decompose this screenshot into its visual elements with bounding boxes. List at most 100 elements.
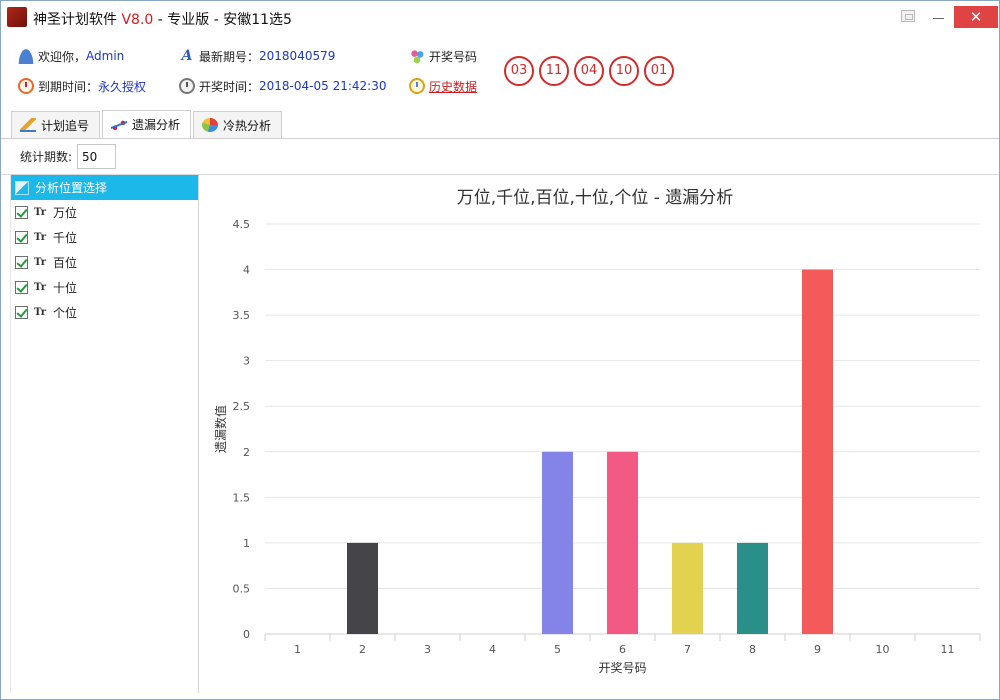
- checkbox-checked[interactable]: [15, 281, 28, 294]
- draw-number-ball: 10: [609, 56, 639, 86]
- position-panel-header: 分析位置选择: [11, 175, 198, 200]
- close-button[interactable]: ✕: [954, 6, 998, 28]
- draw-time-label: 开奖时间：: [199, 79, 260, 94]
- position-label: 千位: [52, 231, 77, 245]
- expiry-label: 到期时间：: [38, 79, 99, 94]
- position-item-shi[interactable]: Tr 十位: [11, 275, 198, 300]
- clock-icon: [179, 78, 195, 94]
- user-icon: [18, 48, 34, 64]
- tab-bar: 计划追号 遗漏分析 冷热分析: [11, 110, 284, 138]
- x-axis-label: 开奖号码: [598, 661, 646, 675]
- app-window: 神圣计划软件 V8.0 - 专业版 - 安徽11选5 ✕ 欢迎你， Admin …: [0, 0, 1000, 700]
- y-tick-label: 0: [243, 628, 250, 641]
- lottery-balls-icon: [409, 48, 425, 64]
- y-tick-label: 2.5: [233, 400, 251, 413]
- cursor-select-icon: [15, 180, 29, 195]
- y-tick-label: 2: [243, 446, 250, 459]
- omission-chart: 万位,千位,百位,十位,个位 - 遗漏分析 0 0.5 1 1.5 2 2.5 3 3.5 4 4…: [200, 175, 998, 693]
- position-label: 百位: [52, 256, 77, 270]
- position-item-ge[interactable]: Tr 个位: [11, 300, 198, 325]
- bar: [672, 542, 703, 634]
- letter-a-icon: A: [181, 48, 193, 64]
- position-label: 万位: [52, 206, 77, 220]
- text-type-icon: Tr: [34, 307, 46, 318]
- checkbox-checked[interactable]: [15, 306, 28, 319]
- draw-numbers-row: 开奖号码: [409, 46, 477, 66]
- draw-time-row: 开奖时间： 2018-04-05 21:42:30: [179, 76, 386, 96]
- position-label: 十位: [52, 281, 77, 295]
- checkbox-checked[interactable]: [15, 256, 28, 269]
- x-tick-label: 3: [424, 643, 431, 656]
- title-prefix: 神圣计划软件: [33, 12, 122, 28]
- y-tick-label: 0.5: [233, 582, 251, 595]
- text-type-icon: Tr: [34, 282, 46, 293]
- y-tick-label: 3: [243, 355, 250, 368]
- history-data-link[interactable]: 历史数据: [429, 78, 477, 95]
- tab-plan-chase[interactable]: 计划追号: [11, 111, 101, 138]
- text-type-icon: Tr: [34, 232, 46, 243]
- line-chart-icon: [111, 117, 128, 132]
- draw-numbers-label: 开奖号码: [429, 49, 478, 64]
- tab-divider: [1, 138, 999, 139]
- checkbox-checked[interactable]: [15, 231, 28, 244]
- bar: [607, 451, 638, 634]
- expiry-value: 永久授权: [98, 79, 147, 94]
- position-panel: 分析位置选择 Tr 万位 Tr 千位 Tr 百位 Tr 十位 Tr 个位: [10, 175, 199, 693]
- x-tick-label: 10: [876, 643, 890, 656]
- window-title: 神圣计划软件 V8.0 - 专业版 - 安徽11选5: [33, 9, 292, 29]
- x-tick-label: 2: [359, 643, 366, 656]
- tab-label: 计划追号: [41, 118, 90, 133]
- y-axis-label: 遗漏数值: [213, 405, 228, 453]
- x-tick-label: 8: [749, 643, 756, 656]
- bar: [737, 542, 768, 634]
- bar: [542, 451, 573, 634]
- username: Admin: [86, 49, 125, 63]
- draw-number-ball: 11: [539, 56, 569, 86]
- x-tick-label: 9: [814, 643, 821, 656]
- history-clock-icon: [409, 78, 425, 94]
- position-item-bai[interactable]: Tr 百位: [11, 250, 198, 275]
- y-tick-label: 1: [243, 537, 250, 550]
- latest-issue-row: A 最新期号： 2018040579: [179, 46, 336, 66]
- position-item-qian[interactable]: Tr 千位: [11, 225, 198, 250]
- pencil-icon: [20, 118, 36, 132]
- tab-hot-cold-analysis[interactable]: 冷热分析: [193, 111, 283, 138]
- text-type-icon: Tr: [34, 207, 46, 218]
- info-panel: 欢迎你， Admin 到期时间： 永久授权 A 最新期号： 2018040579…: [1, 34, 999, 108]
- title-suffix: - 专业版 - 安徽11选5: [153, 12, 292, 28]
- pie-chart-icon: [202, 118, 219, 132]
- stats-periods-label: 统计期数:: [20, 150, 73, 164]
- position-item-wan[interactable]: Tr 万位: [11, 200, 198, 225]
- app-logo-icon: [7, 7, 27, 27]
- x-tick-label: 5: [554, 643, 561, 656]
- chart-svg: 0 0.5 1 1.5 2 2.5 3 3.5 4 4.5 1 2 3 4 5 6 7 8 9 10 11 开奖号码 遗漏数…: [213, 218, 981, 675]
- y-tick-label: 3.5: [233, 309, 251, 322]
- title-bar: 神圣计划软件 V8.0 - 专业版 - 安徽11选5 ✕: [1, 1, 999, 34]
- tab-label: 遗漏分析: [132, 118, 181, 132]
- bar: [347, 542, 378, 634]
- stats-periods-input[interactable]: [77, 144, 117, 169]
- text-type-icon: Tr: [34, 257, 46, 268]
- draw-number-ball: 03: [504, 56, 534, 86]
- position-label: 个位: [52, 306, 77, 320]
- title-version: V8.0: [121, 12, 154, 28]
- x-tick-label: 1: [294, 643, 301, 656]
- stats-bar: 统计期数:: [20, 144, 117, 169]
- bar: [802, 269, 833, 634]
- x-tick-label: 6: [619, 643, 626, 656]
- minimize-button[interactable]: [929, 7, 949, 27]
- tab-omission-analysis[interactable]: 遗漏分析: [102, 110, 192, 138]
- draw-time-value: 2018-04-05 21:42:30: [259, 79, 387, 93]
- draw-number-balls: 03 11 04 10 01: [504, 56, 679, 86]
- alarm-clock-icon: [18, 78, 34, 94]
- checkbox-checked[interactable]: [15, 206, 28, 219]
- draw-number-ball: 01: [644, 56, 674, 86]
- position-panel-title: 分析位置选择: [35, 181, 108, 195]
- x-tick-label: 7: [684, 643, 691, 656]
- y-tick-label: 4: [243, 264, 250, 277]
- latest-issue-value: 2018040579: [259, 49, 336, 63]
- y-tick-label: 4.5: [233, 218, 251, 231]
- expiry-row: 到期时间： 永久授权: [18, 76, 146, 96]
- history-row: 历史数据: [409, 76, 477, 96]
- restore-button[interactable]: [901, 10, 915, 22]
